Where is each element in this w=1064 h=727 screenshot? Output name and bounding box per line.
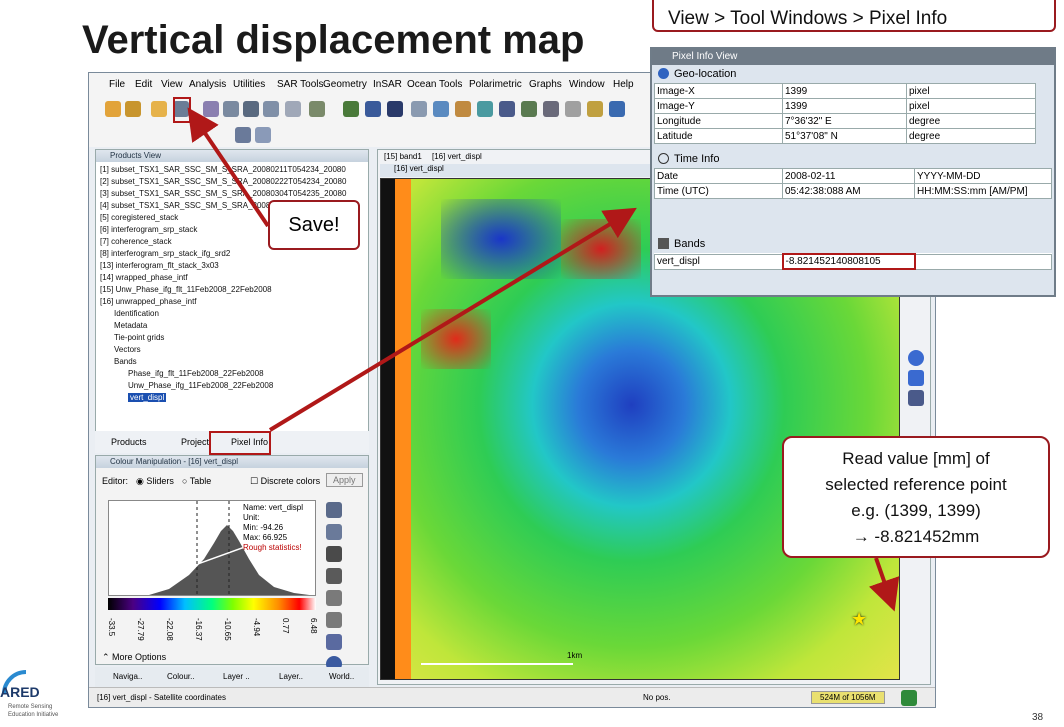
annotation-arrows — [187, 107, 900, 612]
arrow-to-save — [187, 107, 270, 228]
logo: ARED Remote Sensing Education Initiative — [0, 668, 80, 724]
logo-text: ARED — [0, 684, 40, 700]
arrow-to-star — [869, 557, 900, 612]
logo-sub: Education Initiative — [8, 712, 59, 718]
page-number: 38 — [1032, 712, 1044, 723]
logo-sub: Remote Sensing — [8, 704, 53, 710]
arrow-to-pixel-info — [268, 207, 637, 432]
